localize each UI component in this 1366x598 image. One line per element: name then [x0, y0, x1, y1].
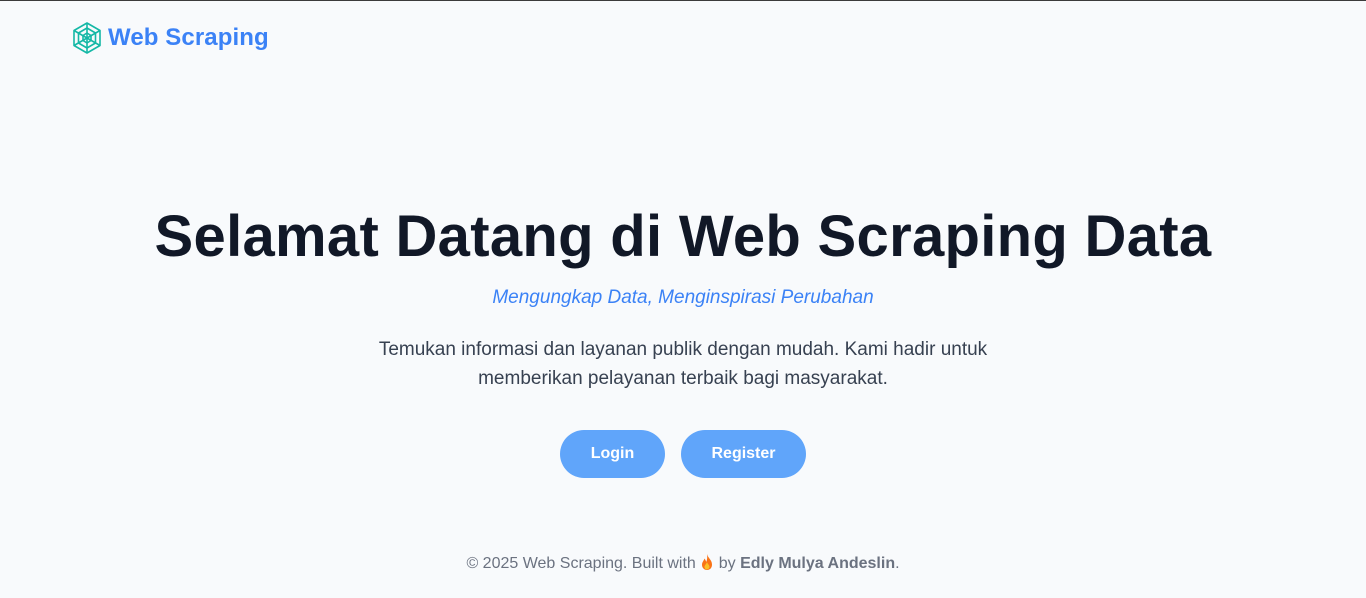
hero-description: Temukan informasi dan layanan publik den… [378, 339, 988, 389]
landing-page: Web Scraping Selamat Datang di Web Scrap… [0, 0, 1366, 598]
footer: © 2025 Web Scraping. Built with by Edly … [0, 553, 1366, 573]
brand-name: Web Scraping [108, 24, 269, 51]
web-hexagon-icon [70, 21, 104, 55]
fire-icon [700, 553, 714, 571]
footer-copyright: © 2025 Web Scraping. Built with [466, 555, 696, 572]
hero-actions: Login Register [0, 430, 1366, 478]
hero-tagline: Mengungkap Data, Menginspirasi Perubahan [492, 287, 874, 308]
hero-title: Selamat Datang di Web Scraping Data [154, 204, 1212, 269]
footer-author: Edly Mulya Andeslin [740, 555, 896, 572]
login-button[interactable]: Login [560, 430, 665, 478]
hero-section: Selamat Datang di Web Scraping Data Meng… [0, 201, 1366, 478]
footer-by: by [718, 555, 736, 572]
footer-suffix: . [895, 555, 900, 572]
brand-logo-link[interactable]: Web Scraping [70, 21, 269, 55]
register-button[interactable]: Register [681, 430, 806, 478]
